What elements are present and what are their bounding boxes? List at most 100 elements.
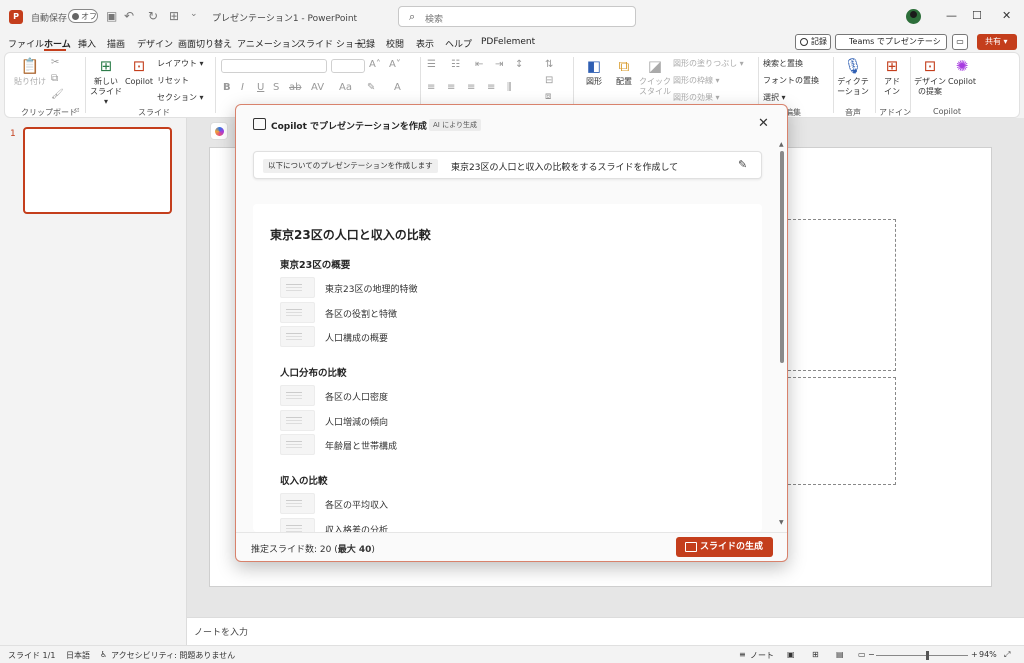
dialog-close-icon[interactable]: ✕	[758, 116, 769, 131]
outline-item[interactable]: 各区の平均収入	[280, 493, 680, 515]
underline-icon[interactable]: U	[257, 82, 264, 93]
shape-outline-button[interactable]: 図形の枠線 ▾	[673, 75, 720, 86]
outline-section-heading[interactable]: 収入の比較	[280, 473, 328, 487]
columns-icon[interactable]: ⫼	[507, 82, 512, 93]
tab-record[interactable]: 記録	[357, 37, 375, 50]
language-status[interactable]: 日本語	[66, 650, 90, 661]
outline-item[interactable]: 東京23区の地理的特徴	[280, 277, 680, 299]
outline-item[interactable]: 人口構成の概要	[280, 326, 680, 348]
scroll-thumb[interactable]	[780, 151, 784, 363]
share-button[interactable]: 共有 ▾	[977, 34, 1017, 50]
undo-icon[interactable]: ↶	[124, 9, 134, 23]
copilot-float-icon[interactable]	[210, 122, 228, 140]
new-slide-button[interactable]: ⊞ 新しい スライド ▾	[89, 57, 123, 107]
shadow-icon[interactable]: S	[273, 82, 279, 93]
zoom-level[interactable]: 94%	[979, 650, 997, 659]
strikethrough-icon[interactable]: ab	[289, 82, 301, 93]
present-icon[interactable]: ⊞	[169, 9, 179, 23]
layout-button[interactable]: レイアウト ▾	[157, 58, 204, 69]
tab-draw[interactable]: 描画	[107, 37, 125, 50]
autosave-toggle[interactable]: オフ	[68, 9, 98, 23]
slide-thumbnail[interactable]	[23, 127, 172, 214]
align-right-icon[interactable]: ≡	[467, 82, 475, 93]
align-text-icon[interactable]: ⊟	[545, 75, 553, 86]
tab-animations[interactable]: アニメーション	[237, 37, 300, 50]
reading-view-icon[interactable]: ▤	[836, 650, 844, 659]
tab-pdfelement[interactable]: PDFelement	[481, 37, 535, 47]
highlight-icon[interactable]: ✎	[367, 82, 375, 93]
copilot-slide-button[interactable]: ⊡ Copilot	[123, 57, 155, 87]
teams-present-button[interactable]: Teams でプレゼンテーション	[835, 34, 947, 60]
shapes-button[interactable]: ◧ 図形	[579, 57, 609, 87]
outline-section-heading[interactable]: 人口分布の比較	[280, 365, 347, 379]
quick-styles-button[interactable]: ◪ クイック スタイル	[639, 57, 671, 97]
dictate-button[interactable]: 🎙 ディクテーション	[835, 57, 871, 97]
shape-effects-button[interactable]: 図形の効果 ▾	[673, 92, 720, 103]
generate-slides-button[interactable]: スライドの生成	[676, 537, 773, 557]
tab-help[interactable]: ヘルプ	[445, 37, 472, 50]
zoom-slider-thumb[interactable]	[926, 651, 929, 660]
zoom-out-icon[interactable]: −	[868, 650, 875, 659]
section-button[interactable]: セクション ▾	[157, 92, 204, 103]
dialog-scrollbar[interactable]: ▲ ▼	[779, 141, 785, 527]
bold-icon[interactable]: B	[223, 82, 231, 93]
arrange-button[interactable]: ⧉ 配置	[609, 57, 639, 87]
replace-fonts-button[interactable]: フォントの置換	[763, 75, 819, 86]
scroll-up-icon[interactable]: ▲	[779, 141, 784, 148]
select-button[interactable]: 選択 ▾	[763, 92, 786, 103]
save-icon[interactable]: ▣	[106, 9, 117, 23]
normal-view-icon[interactable]: ▣	[787, 650, 795, 659]
outline-item[interactable]: 各区の役割と特徴	[280, 302, 680, 324]
align-center-icon[interactable]: ≡	[447, 82, 455, 93]
record-button[interactable]: 記録	[795, 34, 831, 50]
accessibility-status[interactable]: アクセシビリティ: 問題ありません	[111, 650, 235, 661]
smartart-icon[interactable]: ⧈	[545, 91, 551, 102]
customize-qat-icon[interactable]: ⌄	[190, 9, 198, 19]
subtitle-placeholder[interactable]	[778, 377, 896, 485]
notes-pane[interactable]: ノートを入力	[187, 617, 1024, 645]
reset-button[interactable]: リセット	[157, 75, 189, 86]
font-name-select[interactable]	[221, 59, 327, 73]
dialog-launcher-icon[interactable]: ⧄	[75, 106, 79, 115]
justify-icon[interactable]: ≡	[487, 82, 495, 93]
maximize-button[interactable]: ☐	[972, 9, 982, 22]
change-case-icon[interactable]: Aa	[339, 82, 352, 93]
addins-button[interactable]: ⊞ アド イン	[879, 57, 905, 97]
close-button[interactable]: ✕	[1002, 9, 1011, 22]
grow-font-icon[interactable]: A˄	[369, 59, 381, 70]
comments-button[interactable]: ▭	[952, 34, 968, 50]
tab-design[interactable]: デザイン	[137, 37, 173, 50]
slideshow-view-icon[interactable]: ▭	[858, 650, 866, 659]
outline-item[interactable]: 年齢層と世帯構成	[280, 434, 680, 456]
tab-file[interactable]: ファイル	[8, 37, 44, 50]
outline-section-heading[interactable]: 東京23区の概要	[280, 257, 350, 271]
tab-review[interactable]: 校閲	[386, 37, 404, 50]
outline-item[interactable]: 各区の人口密度	[280, 385, 680, 407]
increase-indent-icon[interactable]: ⇥	[495, 59, 503, 70]
italic-icon[interactable]: I	[241, 82, 244, 93]
tab-slideshow[interactable]: スライド ショー	[297, 37, 363, 50]
tab-insert[interactable]: 挿入	[78, 37, 96, 50]
outline-item[interactable]: 人口増減の傾向	[280, 410, 680, 432]
font-size-select[interactable]	[331, 59, 365, 73]
prompt-box[interactable]: 以下についてのプレゼンテーションを作成します 東京23区の人口と収入の比較をする…	[253, 151, 762, 179]
outline-title[interactable]: 東京23区の人口と収入の比較	[270, 226, 431, 243]
copilot-button[interactable]: ✺ Copilot	[947, 57, 977, 87]
line-spacing-icon[interactable]: ↕	[515, 59, 523, 70]
shape-fill-button[interactable]: 図形の塗りつぶし ▾	[673, 58, 744, 69]
tab-view[interactable]: 表示	[416, 37, 434, 50]
search-input[interactable]: ⌕ 検索	[398, 6, 636, 27]
scroll-down-icon[interactable]: ▼	[779, 519, 784, 526]
text-direction-icon[interactable]: ⇅	[545, 59, 553, 70]
char-spacing-icon[interactable]: AV	[311, 82, 324, 93]
edit-prompt-icon[interactable]: ✎	[738, 158, 747, 171]
align-left-icon[interactable]: ≡	[427, 82, 435, 93]
copy-icon[interactable]: ⧉	[51, 73, 58, 84]
cut-icon[interactable]: ✂	[51, 57, 59, 68]
designer-button[interactable]: ⊡ デザイン の提案	[913, 57, 947, 97]
title-placeholder[interactable]	[778, 219, 896, 371]
font-color-icon[interactable]: A	[394, 82, 401, 93]
find-replace-button[interactable]: 検索と置換	[763, 58, 803, 69]
numbering-icon[interactable]: ☷	[451, 59, 460, 70]
paste-button[interactable]: 📋 貼り付け	[13, 57, 47, 87]
